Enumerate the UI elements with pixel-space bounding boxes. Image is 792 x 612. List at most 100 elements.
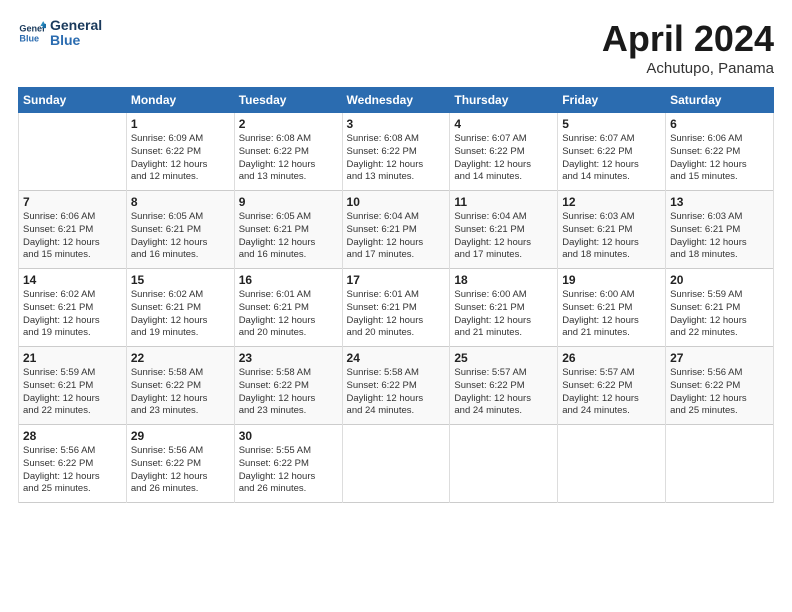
day-number: 27 [670,351,769,365]
day-number: 3 [347,117,446,131]
day-header-friday: Friday [558,88,666,113]
day-number: 19 [562,273,661,287]
calendar-cell: 10 Sunrise: 6:04 AMSunset: 6:21 PMDayligh… [342,191,450,269]
day-number: 8 [131,195,230,209]
day-number: 12 [562,195,661,209]
svg-text:Blue: Blue [19,34,39,44]
calendar-cell [342,425,450,503]
day-number: 6 [670,117,769,131]
day-number: 11 [454,195,553,209]
day-number: 9 [239,195,338,209]
day-number: 26 [562,351,661,365]
day-info: Sunrise: 5:56 AMSunset: 6:22 PMDaylight:… [23,445,122,496]
day-number: 16 [239,273,338,287]
calendar-cell: 4 Sunrise: 6:07 AMSunset: 6:22 PMDaylight… [450,113,558,191]
day-number: 1 [131,117,230,131]
day-number: 14 [23,273,122,287]
day-number: 17 [347,273,446,287]
day-header-saturday: Saturday [666,88,774,113]
calendar-week-1: 1 Sunrise: 6:09 AMSunset: 6:22 PMDaylight… [19,113,774,191]
calendar-cell [666,425,774,503]
calendar-cell: 12 Sunrise: 6:03 AMSunset: 6:21 PMDayligh… [558,191,666,269]
day-info: Sunrise: 6:07 AMSunset: 6:22 PMDaylight:… [454,133,553,184]
day-info: Sunrise: 6:05 AMSunset: 6:21 PMDaylight:… [131,211,230,262]
day-number: 18 [454,273,553,287]
calendar-cell: 11 Sunrise: 6:04 AMSunset: 6:21 PMDayligh… [450,191,558,269]
day-info: Sunrise: 5:55 AMSunset: 6:22 PMDaylight:… [239,445,338,496]
day-info: Sunrise: 6:07 AMSunset: 6:22 PMDaylight:… [562,133,661,184]
calendar-cell: 25Sunrise: 5:57 AMSunset: 6:22 PMDayligh… [450,347,558,425]
page: General Blue General Blue April 2024 Ach… [0,0,792,612]
day-info: Sunrise: 6:00 AMSunset: 6:21 PMDaylight:… [562,289,661,340]
day-number: 20 [670,273,769,287]
day-info: Sunrise: 6:01 AMSunset: 6:21 PMDaylight:… [239,289,338,340]
day-info: Sunrise: 5:57 AMSunset: 6:22 PMDaylight:… [562,367,661,418]
calendar-cell: 7Sunrise: 6:06 AMSunset: 6:21 PMDaylight… [19,191,127,269]
logo-icon: General Blue [18,19,46,47]
logo: General Blue General Blue [18,18,102,49]
day-header-wednesday: Wednesday [342,88,450,113]
logo-general: General [50,18,102,33]
day-header-tuesday: Tuesday [234,88,342,113]
day-number: 29 [131,429,230,443]
day-number: 10 [347,195,446,209]
day-info: Sunrise: 5:58 AMSunset: 6:22 PMDaylight:… [239,367,338,418]
day-info: Sunrise: 6:03 AMSunset: 6:21 PMDaylight:… [562,211,661,262]
calendar-cell: 2 Sunrise: 6:08 AMSunset: 6:22 PMDaylight… [234,113,342,191]
calendar-cell [19,113,127,191]
day-info: Sunrise: 6:04 AMSunset: 6:21 PMDaylight:… [347,211,446,262]
day-header-monday: Monday [126,88,234,113]
calendar-week-3: 14 Sunrise: 6:02 AMSunset: 6:21 PMDayligh… [19,269,774,347]
day-info: Sunrise: 6:02 AMSunset: 6:21 PMDaylight:… [23,289,122,340]
day-number: 28 [23,429,122,443]
calendar-table: SundayMondayTuesdayWednesdayThursdayFrid… [18,87,774,503]
calendar-cell: 14 Sunrise: 6:02 AMSunset: 6:21 PMDayligh… [19,269,127,347]
day-info: Sunrise: 6:08 AMSunset: 6:22 PMDaylight:… [239,133,338,184]
header: General Blue General Blue April 2024 Ach… [18,18,774,77]
location-subtitle: Achutupo, Panama [602,60,774,77]
calendar-cell: 21Sunrise: 5:59 AMSunset: 6:21 PMDayligh… [19,347,127,425]
day-info: Sunrise: 6:02 AMSunset: 6:21 PMDaylight:… [131,289,230,340]
calendar-cell: 3 Sunrise: 6:08 AMSunset: 6:22 PMDaylight… [342,113,450,191]
calendar-cell: 20 Sunrise: 5:59 AMSunset: 6:21 PMDayligh… [666,269,774,347]
calendar-cell: 28 Sunrise: 5:56 AMSunset: 6:22 PMDayligh… [19,425,127,503]
day-number: 24 [347,351,446,365]
day-number: 5 [562,117,661,131]
day-info: Sunrise: 5:56 AMSunset: 6:22 PMDaylight:… [131,445,230,496]
day-number: 23 [239,351,338,365]
calendar-cell: 23 Sunrise: 5:58 AMSunset: 6:22 PMDayligh… [234,347,342,425]
title-block: April 2024 Achutupo, Panama [602,18,774,77]
calendar-cell: 19 Sunrise: 6:00 AMSunset: 6:21 PMDayligh… [558,269,666,347]
calendar-cell [450,425,558,503]
day-number: 22 [131,351,230,365]
day-info: Sunrise: 6:06 AMSunset: 6:22 PMDaylight:… [670,133,769,184]
day-info: Sunrise: 5:58 AMSunset: 6:22 PMDaylight:… [131,367,230,418]
day-info: Sunrise: 5:56 AMSunset: 6:22 PMDaylight:… [670,367,769,418]
calendar-cell: 8 Sunrise: 6:05 AMSunset: 6:21 PMDaylight… [126,191,234,269]
day-info: Sunrise: 6:08 AMSunset: 6:22 PMDaylight:… [347,133,446,184]
day-info: Sunrise: 6:01 AMSunset: 6:21 PMDaylight:… [347,289,446,340]
calendar-cell: 30 Sunrise: 5:55 AMSunset: 6:22 PMDayligh… [234,425,342,503]
day-info: Sunrise: 6:00 AMSunset: 6:21 PMDaylight:… [454,289,553,340]
calendar-cell: 5 Sunrise: 6:07 AMSunset: 6:22 PMDaylight… [558,113,666,191]
logo-blue: Blue [50,33,102,48]
day-number: 2 [239,117,338,131]
calendar-cell: 27 Sunrise: 5:56 AMSunset: 6:22 PMDayligh… [666,347,774,425]
day-info: Sunrise: 6:06 AMSunset: 6:21 PMDaylight:… [23,211,122,262]
day-number: 30 [239,429,338,443]
day-info: Sunrise: 6:04 AMSunset: 6:21 PMDaylight:… [454,211,553,262]
day-info: Sunrise: 6:09 AMSunset: 6:22 PMDaylight:… [131,133,230,184]
day-number: 13 [670,195,769,209]
day-number: 4 [454,117,553,131]
day-info: Sunrise: 6:05 AMSunset: 6:21 PMDaylight:… [239,211,338,262]
day-info: Sunrise: 6:03 AMSunset: 6:21 PMDaylight:… [670,211,769,262]
calendar-week-4: 21Sunrise: 5:59 AMSunset: 6:21 PMDayligh… [19,347,774,425]
day-number: 25 [454,351,553,365]
day-header-thursday: Thursday [450,88,558,113]
calendar-cell: 17 Sunrise: 6:01 AMSunset: 6:21 PMDayligh… [342,269,450,347]
calendar-cell: 9 Sunrise: 6:05 AMSunset: 6:21 PMDaylight… [234,191,342,269]
calendar-cell: 6 Sunrise: 6:06 AMSunset: 6:22 PMDaylight… [666,113,774,191]
day-info: Sunrise: 5:59 AMSunset: 6:21 PMDaylight:… [670,289,769,340]
day-info: Sunrise: 5:58 AMSunset: 6:22 PMDaylight:… [347,367,446,418]
calendar-cell: 13 Sunrise: 6:03 AMSunset: 6:21 PMDayligh… [666,191,774,269]
